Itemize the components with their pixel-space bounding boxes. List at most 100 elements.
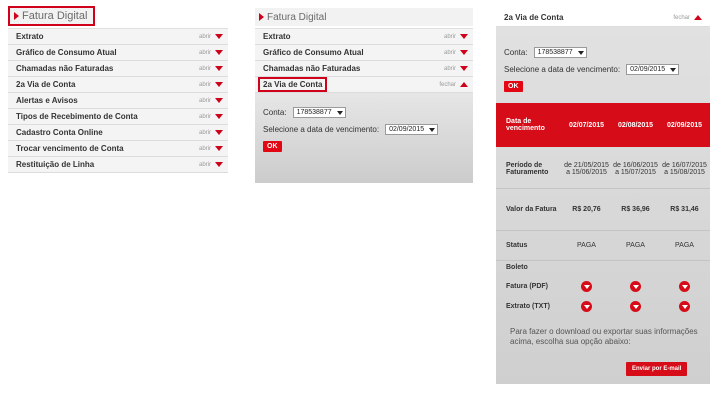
chevron-down-icon [215,34,223,39]
menu-item-label: Extrato [16,32,44,41]
ok-button[interactable]: OK [504,81,523,92]
date-col: 02/09/2015 [666,121,703,129]
detail-header: 2a Via de Conta fechar [496,9,710,27]
open-action[interactable]: abrir [444,50,468,56]
download-icon[interactable] [630,300,641,312]
chevron-down-icon [460,66,468,71]
open-action[interactable]: abrir [444,34,468,40]
expanded-form: Conta: 178538877 Selecione a data de ven… [255,93,473,183]
download-icon[interactable] [581,280,592,292]
menu-item-label: Alertas e Avisos [16,96,78,105]
open-action[interactable]: abrir [199,162,223,168]
conta-label: Conta: [504,48,528,57]
header-label: Data de vencimento [506,118,545,132]
fatura-digital-header[interactable]: Fatura Digital [8,6,96,26]
ok-button[interactable]: OK [263,141,282,152]
caret-right-icon [14,12,19,20]
open-action[interactable]: abrir [199,34,223,40]
menu-item-label: 2a Via de Conta [16,80,76,89]
row-label: Fatura (PDF) [506,282,548,290]
menu-item-restituicao[interactable]: Restituição de Linha abrir [8,157,228,173]
panel-title: Fatura Digital [22,10,88,22]
date-col: 02/08/2015 [617,121,654,129]
menu-item-2a-via-open[interactable]: 2a Via de Conta fechar [255,77,473,93]
fatura-pdf-row: Fatura (PDF) [496,279,710,293]
menu-item-label: Tipos de Recebimento de Conta [16,112,138,121]
status-row: Status PAGA PAGA PAGA [496,231,710,261]
chevron-down-icon [215,82,223,87]
row-label: Status [506,242,528,249]
chevron-down-icon [215,66,223,71]
open-action[interactable]: abrir [199,66,223,72]
open-action[interactable]: abrir [199,130,223,136]
menu-item-cadastro[interactable]: Cadastro Conta Online abrir [8,125,228,141]
menu-item-extrato[interactable]: Extrato abrir [255,29,473,45]
menu-item-2a-via[interactable]: 2a Via de Conta abrir [8,77,228,93]
menu-item-label: 2a Via de Conta [258,77,328,92]
chevron-down-icon [215,114,223,119]
date-row: Selecione a data de vencimento: 02/09/20… [263,124,473,135]
menu-item-label: Restituição de Linha [16,160,95,169]
chevron-down-icon [460,50,468,55]
menu-item-label: Gráfico de Consumo Atual [16,48,117,57]
menu-item-extrato[interactable]: Extrato abrir [8,29,228,45]
menu-item-label: Chamadas não Faturadas [16,64,114,73]
download-icon[interactable] [679,300,690,312]
row-label: Extrato (TXT) [506,302,550,310]
chevron-down-icon [215,98,223,103]
menu-item-label: Gráfico de Consumo Atual [263,48,364,57]
open-action[interactable]: abrir [199,82,223,88]
boleto-title: Boleto [506,264,528,271]
open-action[interactable]: abrir [199,50,223,56]
dropdown-caret-icon [336,110,343,115]
menu-item-tipos[interactable]: Tipos de Recebimento de Conta abrir [8,109,228,125]
chevron-up-icon [694,15,702,20]
date-select[interactable]: 02/09/2015 [385,124,439,135]
row-label: Valor da Fatura [506,206,557,213]
menu-item-grafico[interactable]: Gráfico de Consumo Atual abrir [8,45,228,61]
conta-select[interactable]: 178538877 [533,47,587,58]
date-col: 02/07/2015 [568,121,605,129]
panel-title: Fatura Digital [267,11,327,23]
close-action[interactable]: fechar [673,15,702,21]
date-row: Selecione a data de vencimento: 02/09/20… [504,64,710,75]
conta-label: Conta: [263,108,287,117]
menu-item-trocar[interactable]: Trocar vencimento de Conta abrir [8,141,228,157]
conta-row: Conta: 178538877 [504,47,710,58]
caret-right-icon [259,13,264,21]
chevron-down-icon [215,146,223,151]
menu-item-grafico[interactable]: Gráfico de Consumo Atual abrir [255,45,473,61]
detail-form: Conta: 178538877 Selecione a data de ven… [496,27,710,92]
conta-select[interactable]: 178538877 [292,107,346,118]
menu-item-label: Trocar vencimento de Conta [16,144,124,153]
menu-item-chamadas[interactable]: Chamadas não Faturadas abrir [8,61,228,77]
conta-row: Conta: 178538877 [263,107,473,118]
extrato-txt-row: Extrato (TXT) [496,299,710,313]
chevron-down-icon [215,130,223,135]
valor-value: R$ 31,46 [670,206,699,213]
detail-title: 2a Via de Conta [504,13,564,22]
fatura-digital-header[interactable]: Fatura Digital [255,8,473,26]
date-select[interactable]: 02/09/2015 [626,64,680,75]
periodo-row: Período de Faturamento de 21/05/2015 a 1… [496,149,710,189]
dropdown-caret-icon [429,127,436,132]
send-email-button[interactable]: Enviar por E-mail [626,362,688,376]
periodo-value: de 16/07/2015 a 15/08/2015 [662,161,707,176]
status-value: PAGA [577,242,596,249]
open-action[interactable]: abrir [199,114,223,120]
row-label: Período de Faturamento [506,161,549,176]
valor-row: Valor da Fatura R$ 20,76 R$ 36,96 R$ 31,… [496,189,710,231]
open-action[interactable]: abrir [444,66,468,72]
open-action[interactable]: abrir [199,98,223,104]
valor-value: R$ 36,96 [621,206,650,213]
download-icon[interactable] [679,280,690,292]
status-value: PAGA [626,242,645,249]
periodo-value: de 21/05/2015 a 15/06/2015 [564,161,609,176]
close-action[interactable]: fechar [439,82,468,88]
download-icon[interactable] [581,300,592,312]
download-icon[interactable] [630,280,641,292]
menu-item-alertas[interactable]: Alertas e Avisos abrir [8,93,228,109]
menu-item-chamadas[interactable]: Chamadas não Faturadas abrir [255,61,473,77]
status-value: PAGA [675,242,694,249]
open-action[interactable]: abrir [199,146,223,152]
